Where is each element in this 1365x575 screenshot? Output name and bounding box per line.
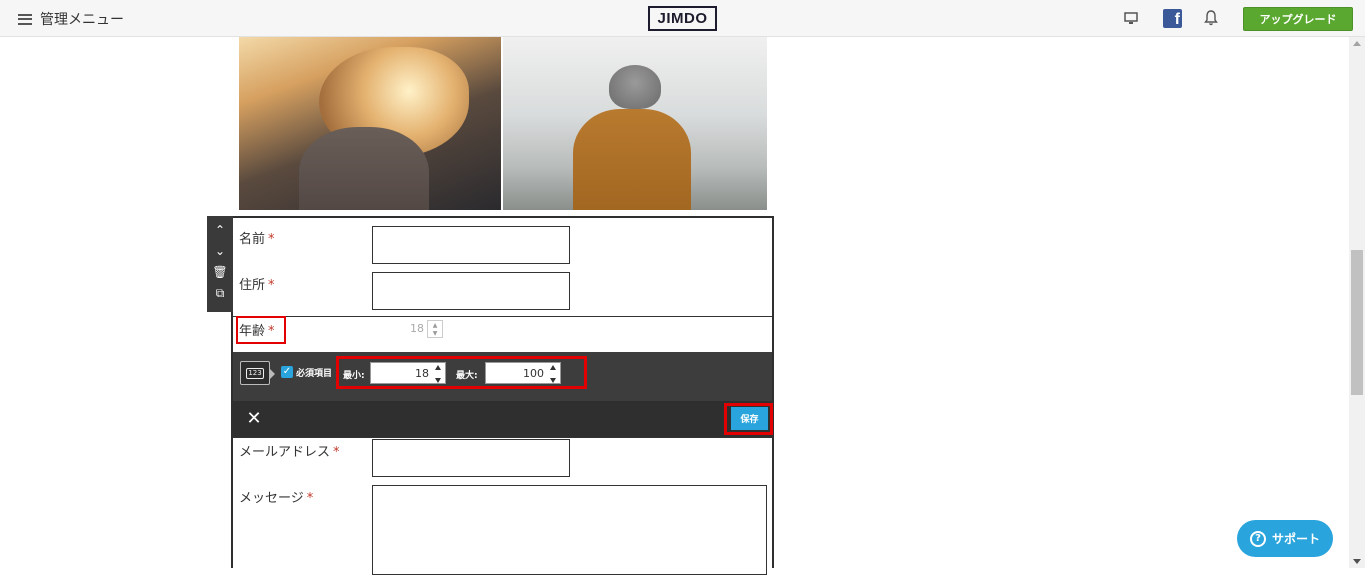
support-label: サポート <box>1271 532 1320 546</box>
support-button[interactable]: ? サポート <box>1237 520 1333 557</box>
save-button[interactable]: 保存 <box>731 407 768 430</box>
email-input[interactable] <box>372 439 570 477</box>
scroll-down-icon[interactable] <box>1353 559 1361 564</box>
spinner-up-icon[interactable]: ▲ <box>428 321 442 329</box>
photo-person-beanie <box>503 37 767 210</box>
copy-icon[interactable]: ⧉ <box>213 286 227 300</box>
scroll-thumb[interactable] <box>1351 250 1363 395</box>
name-label: 名前 * <box>239 232 275 247</box>
age-field-row <box>233 316 772 352</box>
name-input[interactable] <box>372 226 570 264</box>
trash-icon[interactable]: 🗑 <box>212 265 227 279</box>
min-label: 最小: <box>343 371 365 381</box>
number-field-icon[interactable]: 123 <box>240 361 270 385</box>
upgrade-button[interactable]: アップグレード <box>1243 7 1353 31</box>
max-value: 100 <box>523 366 544 380</box>
required-mark: * <box>333 445 340 460</box>
required-checkbox[interactable]: ✓ <box>281 366 293 378</box>
age-preview-value: 18 <box>410 322 424 335</box>
spinner-up-icon[interactable] <box>435 365 441 370</box>
bell-icon[interactable] <box>1204 10 1218 26</box>
facebook-icon[interactable]: f <box>1163 9 1182 28</box>
close-icon[interactable]: ✕ <box>246 408 262 429</box>
number-field-arrow-icon <box>270 369 275 379</box>
email-label: メールアドレス * <box>239 445 340 460</box>
move-up-icon[interactable]: ⌃ <box>213 223 227 237</box>
admin-menu-label: 管理メニュー <box>40 12 124 28</box>
required-mark: * <box>268 278 275 293</box>
required-checkbox-label: 必須項目 <box>296 369 333 379</box>
spinner-down-icon[interactable] <box>435 378 441 383</box>
move-down-icon[interactable]: ⌄ <box>213 244 227 258</box>
max-spinner[interactable] <box>548 365 558 383</box>
jimdo-logo[interactable]: JIMDO <box>648 6 717 31</box>
message-textarea[interactable] <box>372 485 767 575</box>
address-input[interactable] <box>372 272 570 310</box>
message-label: メッセージ * <box>239 491 314 506</box>
required-mark: * <box>268 232 275 247</box>
min-spinner[interactable] <box>433 365 443 383</box>
monitor-icon[interactable] <box>1124 11 1138 25</box>
photo-woman-hair <box>239 37 501 210</box>
min-input[interactable]: 18 <box>370 362 446 384</box>
required-mark: * <box>306 491 314 506</box>
question-icon: ? <box>1249 530 1266 547</box>
spinner-up-icon[interactable] <box>550 365 556 370</box>
spinner-down-icon[interactable]: ▼ <box>428 329 442 337</box>
age-label-highlight <box>236 316 286 344</box>
spinner-down-icon[interactable] <box>550 378 556 383</box>
module-toolbar: ⌃ ⌄ 🗑 ⧉ <box>207 216 233 312</box>
age-preview-spinner[interactable]: ▲ ▼ <box>427 320 443 338</box>
max-label: 最大: <box>456 371 478 381</box>
page-scrollbar[interactable] <box>1349 37 1365 568</box>
hamburger-icon <box>18 13 32 25</box>
scroll-up-icon[interactable] <box>1353 41 1361 46</box>
max-input[interactable]: 100 <box>485 362 561 384</box>
address-label: 住所 * <box>239 278 275 293</box>
top-bar: 管理メニュー JIMDO f アップグレード <box>0 0 1365 37</box>
edit-action-bar <box>233 401 772 437</box>
admin-menu-button[interactable]: 管理メニュー <box>18 9 124 29</box>
min-value: 18 <box>415 366 429 380</box>
